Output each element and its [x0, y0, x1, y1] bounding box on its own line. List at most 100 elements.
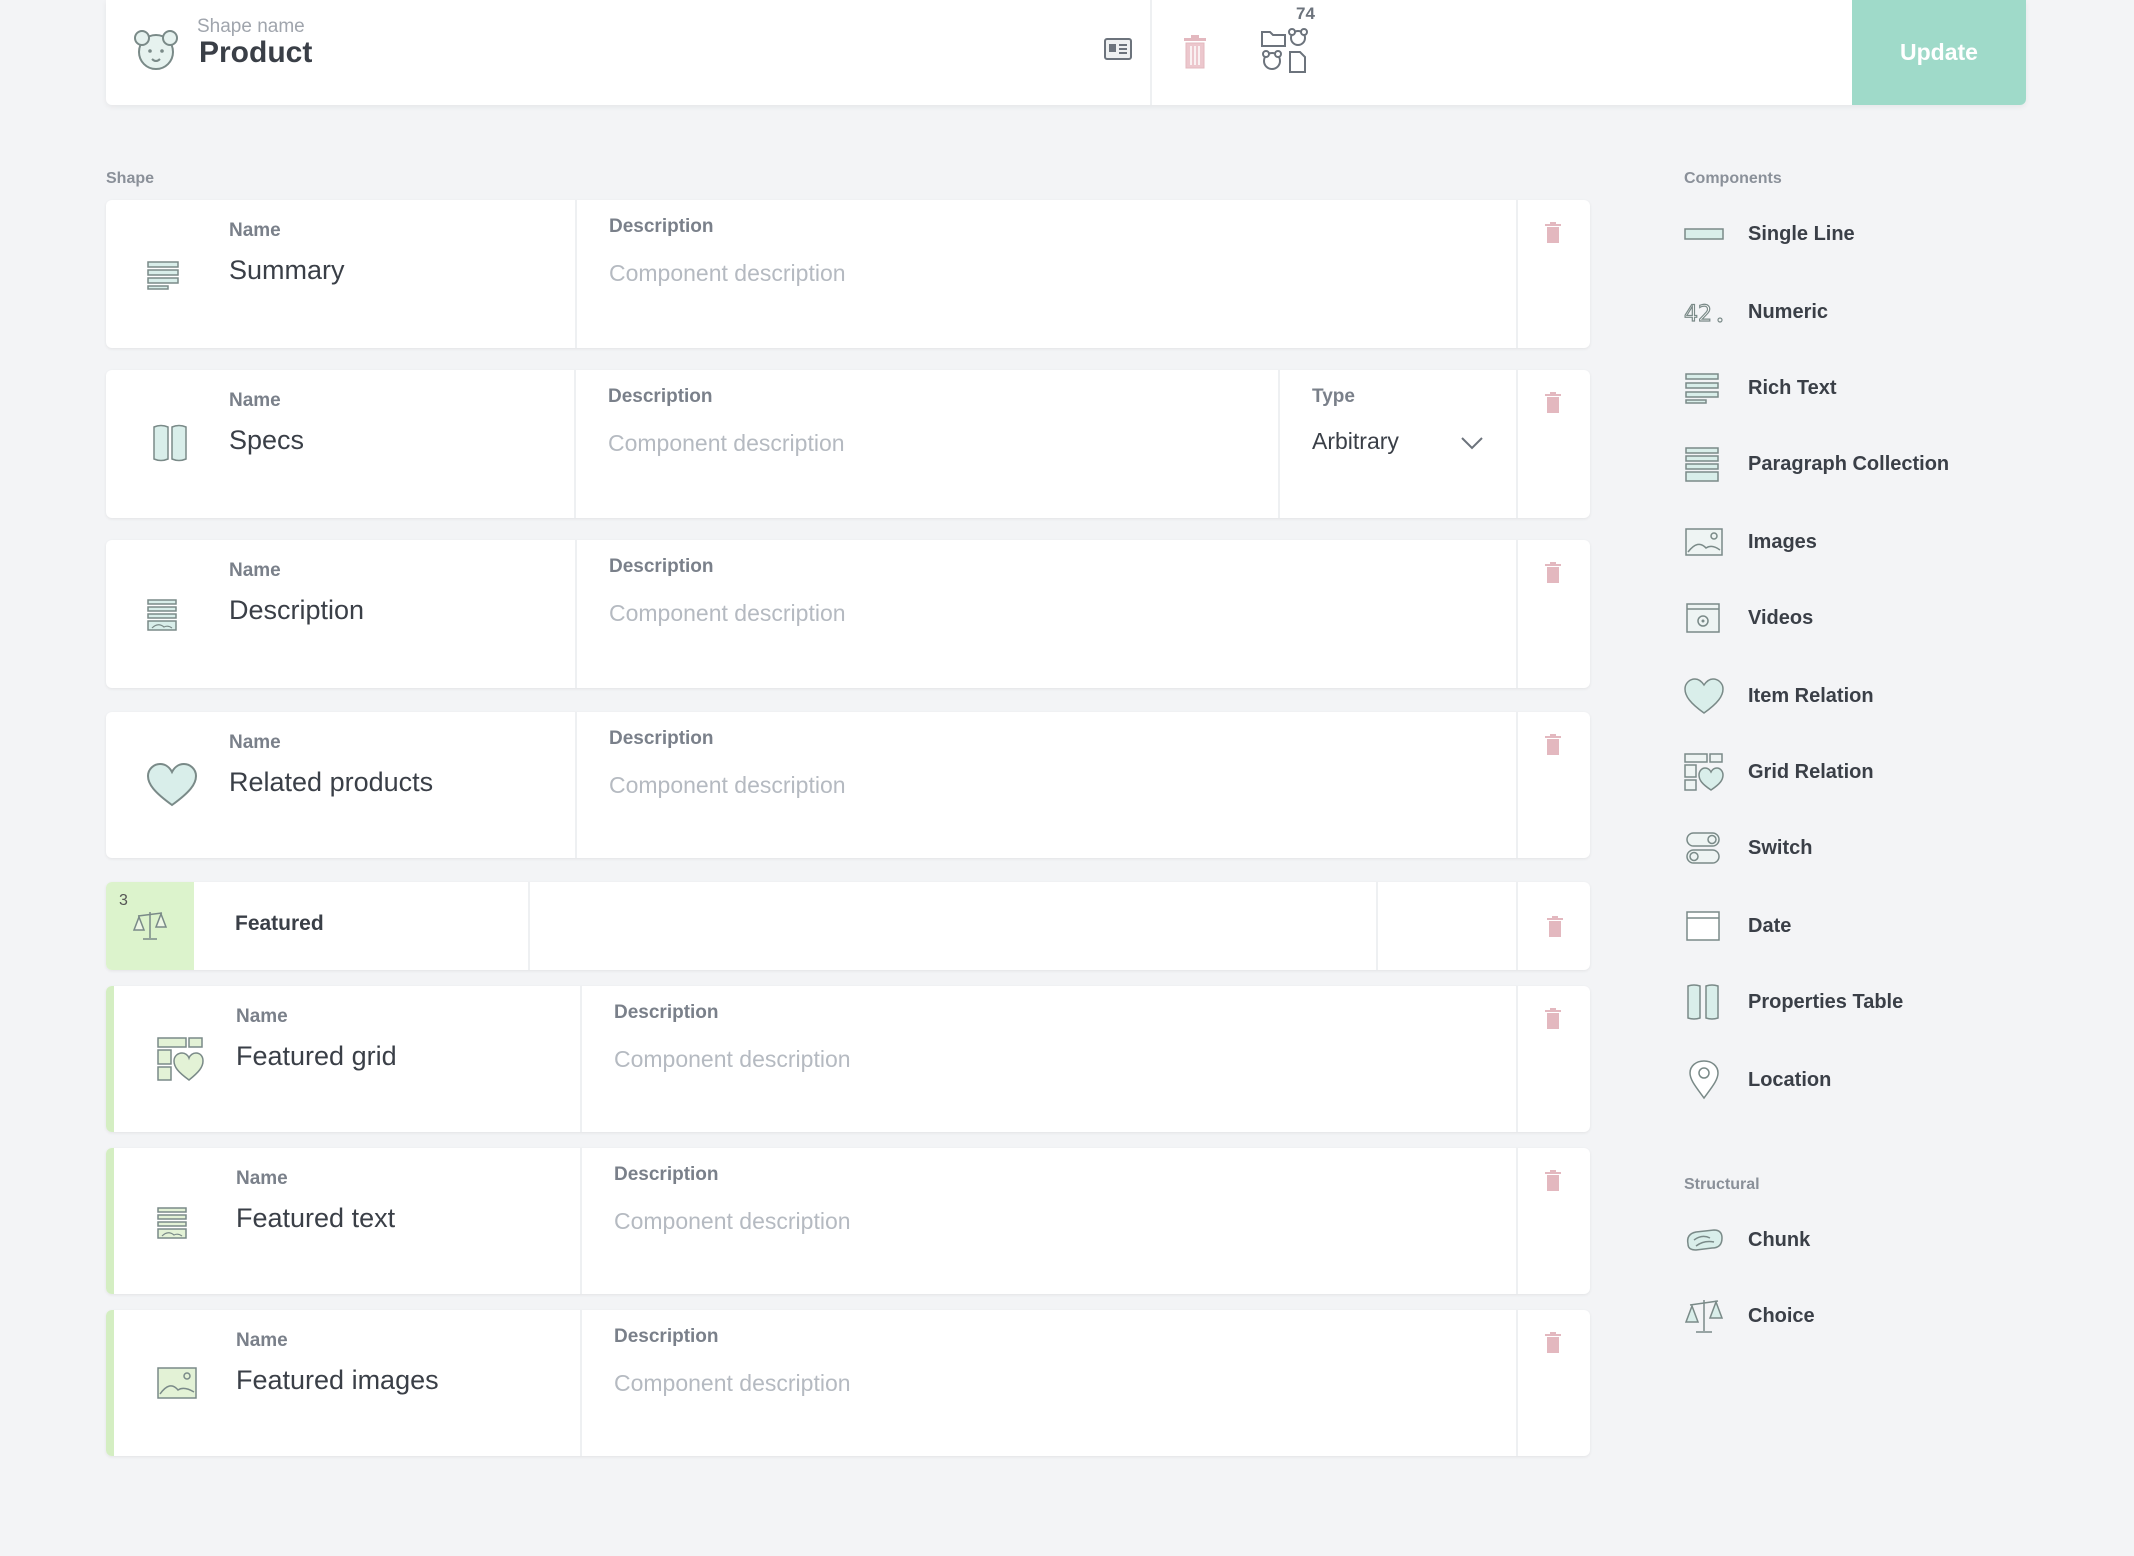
component-name-input[interactable]: Related products	[229, 767, 433, 798]
trash-icon[interactable]	[1544, 1170, 1562, 1192]
description-label: Description	[614, 1164, 719, 1185]
trash-icon[interactable]	[1544, 562, 1562, 584]
sidebar-item-label: Videos	[1748, 606, 1814, 629]
component-name-input[interactable]: Featured images	[236, 1365, 439, 1396]
component-name-input[interactable]: Description	[229, 595, 364, 626]
component-name-input[interactable]: Featured text	[236, 1203, 395, 1234]
trash-icon[interactable]	[1544, 222, 1562, 244]
name-label: Name	[236, 1168, 288, 1189]
description-input[interactable]: Component description	[614, 1208, 851, 1235]
trash-icon[interactable]	[1544, 392, 1562, 414]
shape-name-label: Shape name	[197, 16, 305, 37]
component-name-input[interactable]: Specs	[229, 425, 304, 456]
choice-name-input[interactable]: Featured	[235, 912, 324, 936]
sidebar-item-grid-relation[interactable]: Grid Relation	[1684, 752, 2044, 792]
column-divider	[575, 540, 577, 688]
sidebar-item-choice[interactable]: Choice	[1684, 1296, 2044, 1336]
trash-icon[interactable]	[1544, 734, 1562, 756]
chunk-icon	[1686, 1229, 1723, 1251]
shape-section-label: Shape	[106, 170, 155, 187]
description-label: Description	[614, 1326, 719, 1347]
images-icon	[1685, 528, 1723, 556]
sidebar-item-location[interactable]: Location	[1684, 1060, 2044, 1100]
numeric-icon: 42	[1684, 301, 1723, 328]
description-input[interactable]: Component description	[609, 600, 846, 627]
trash-icon[interactable]	[1546, 916, 1564, 938]
description-input[interactable]: Component description	[614, 1046, 851, 1073]
components-section-label: Components	[1684, 170, 1782, 187]
column-divider	[528, 882, 530, 970]
sidebar-item-videos[interactable]: Videos	[1684, 598, 2044, 638]
component-name-input[interactable]: Featured grid	[236, 1041, 397, 1072]
column-divider	[1516, 986, 1518, 1132]
shape-header: Shape name Product 74 Update	[106, 0, 2026, 105]
structural-section-label: Structural	[1684, 1176, 1760, 1193]
column-divider	[1516, 1148, 1518, 1294]
sidebar-item-switch[interactable]: Switch	[1684, 828, 2044, 868]
item-relation-icon	[1684, 678, 1724, 714]
choice-child-row[interactable]: Name Featured text Description Component…	[106, 1148, 1590, 1294]
sidebar-item-label: Numeric	[1748, 300, 1829, 323]
column-divider	[1516, 712, 1518, 858]
column-divider	[580, 1310, 582, 1456]
trash-icon[interactable]	[1544, 1332, 1562, 1354]
description-label: Description	[609, 728, 714, 749]
rich-text-icon	[1685, 373, 1719, 404]
sidebar-item-label: Location	[1748, 1068, 1832, 1091]
description-input[interactable]: Component description	[609, 260, 846, 287]
type-select[interactable]: Arbitrary	[1312, 428, 1399, 455]
location-icon	[1689, 1060, 1719, 1100]
sidebar-item-rich-text[interactable]: Rich Text	[1684, 368, 2044, 408]
component-name-input[interactable]: Summary	[229, 255, 345, 286]
description-label: Description	[609, 556, 714, 577]
sidebar-item-properties-table[interactable]: Properties Table	[1684, 982, 2044, 1022]
single-line-icon	[1684, 228, 1724, 240]
trash-icon[interactable]	[1180, 34, 1210, 70]
sidebar-item-label: Properties Table	[1748, 990, 1904, 1013]
choice-child-row[interactable]: Name Featured grid Description Component…	[106, 986, 1590, 1132]
name-label: Name	[236, 1006, 288, 1027]
sidebar-item-numeric[interactable]: 42 Numeric	[1684, 292, 2044, 332]
catalogue-icon[interactable]	[1258, 26, 1314, 74]
component-row[interactable]: Name Specs Description Component descrip…	[106, 370, 1590, 518]
column-divider	[1516, 540, 1518, 688]
sidebar-item-label: Choice	[1748, 1304, 1815, 1327]
svg-text:42: 42	[1684, 302, 1712, 327]
description-input[interactable]: Component description	[614, 1370, 851, 1397]
sidebar-item-single-line[interactable]: Single Line	[1684, 214, 2044, 254]
description-label: Description	[609, 216, 714, 237]
sidebar-item-paragraph-collection[interactable]: Paragraph Collection	[1684, 444, 2044, 484]
type-label: Type	[1312, 386, 1355, 407]
choice-icon	[1684, 1299, 1724, 1333]
grid-relation-icon	[157, 1037, 204, 1081]
description-input[interactable]: Component description	[608, 430, 845, 457]
update-button[interactable]: Update	[1852, 0, 2026, 105]
choice-icon	[132, 911, 168, 940]
name-label: Name	[229, 220, 281, 241]
name-label: Name	[229, 560, 281, 581]
component-row[interactable]: Name Summary Description Component descr…	[106, 200, 1590, 348]
paragraph-collection-icon	[157, 1207, 187, 1239]
trash-icon[interactable]	[1544, 1008, 1562, 1030]
header-divider	[1150, 0, 1152, 105]
shape-name-input[interactable]: Product	[199, 36, 312, 70]
sidebar-item-label: Chunk	[1748, 1228, 1811, 1251]
choice-row[interactable]: 3 Featured	[106, 882, 1590, 970]
choice-count: 3	[119, 892, 128, 909]
component-row[interactable]: Name Description Description Component d…	[106, 540, 1590, 688]
sidebar-item-label: Images	[1748, 530, 1817, 553]
sidebar-item-chunk[interactable]: Chunk	[1684, 1220, 2044, 1260]
properties-table-icon	[153, 424, 187, 462]
choice-child-row[interactable]: Name Featured images Description Compone…	[106, 1310, 1590, 1456]
sidebar-item-label: Single Line	[1748, 222, 1855, 245]
column-divider	[574, 370, 576, 518]
name-label: Name	[236, 1330, 288, 1351]
card-icon[interactable]	[1103, 36, 1133, 62]
sidebar-item-item-relation[interactable]: Item Relation	[1684, 676, 2044, 716]
description-input[interactable]: Component description	[609, 772, 846, 799]
column-divider	[580, 1148, 582, 1294]
component-row[interactable]: Name Related products Description Compon…	[106, 712, 1590, 858]
chevron-down-icon[interactable]	[1460, 436, 1484, 450]
sidebar-item-date[interactable]: Date	[1684, 906, 2044, 946]
sidebar-item-images[interactable]: Images	[1684, 522, 2044, 562]
